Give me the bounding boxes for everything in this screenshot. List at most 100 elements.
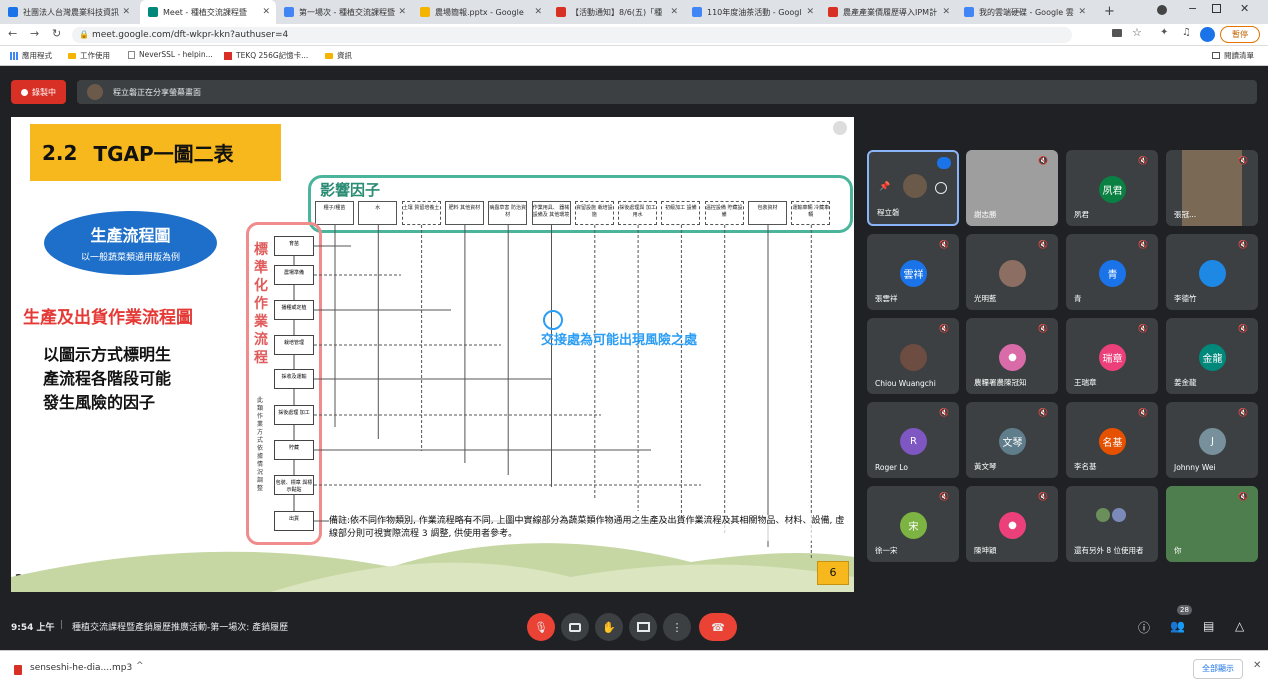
- bookmark-apps[interactable]: 應用程式: [10, 50, 52, 61]
- participant-tile[interactable]: 🔇 光明藍: [966, 234, 1058, 310]
- raise-hand-button[interactable]: ✋: [595, 613, 623, 641]
- tab-title: Meet - 種植交流課程暨: [163, 7, 247, 17]
- participant-tile[interactable]: 雲祥 🔇 張雲祥: [867, 234, 959, 310]
- chevron-up-icon[interactable]: ^: [136, 661, 144, 671]
- close-tab-icon[interactable]: ✕: [398, 7, 406, 17]
- back-icon[interactable]: ←: [8, 27, 17, 40]
- tab-title: 第一場次 - 種植交流課程暨: [299, 7, 395, 17]
- participant-tile[interactable]: 🔇 張冠...: [1166, 150, 1258, 226]
- browser-tab[interactable]: 【活動通知】8/6(五)「種 ✕: [548, 0, 684, 24]
- browser-tab[interactable]: 社團法人台灣農業科技資訊 ✕: [0, 0, 136, 24]
- participant-name: 李德竹: [1174, 294, 1197, 303]
- participant-name: 光明藍: [974, 294, 997, 303]
- participant-tile[interactable]: 文琴 🔇 黃文琴: [966, 402, 1058, 478]
- participant-tile[interactable]: 宋 🔇 徐一宋: [867, 486, 959, 562]
- slide-footnote: 備註:依不同作物類別, 作業流程略有不同, 上圖中實線部分為蔬菜類作物通用之生產…: [329, 515, 847, 541]
- participant-tile[interactable]: 青 🔇 青: [1066, 234, 1158, 310]
- participant-photo: [999, 260, 1026, 287]
- present-button[interactable]: [629, 613, 657, 641]
- tab-favicon-icon: [284, 7, 294, 17]
- close-tab-icon[interactable]: ✕: [262, 7, 270, 17]
- participant-name: 姜金龍: [1174, 378, 1197, 387]
- participant-name: 徐一宋: [875, 546, 898, 555]
- participant-tile[interactable]: 瑞章 🔇 王瑞章: [1066, 318, 1158, 394]
- browser-tab[interactable]: 農場簡報.pptx - Google ✕: [412, 0, 548, 24]
- bookmarks-bar: 應用程式 工作使用 NeverSSL - helpin... TEKQ 256G…: [0, 46, 1268, 66]
- participant-initials: J: [1199, 428, 1226, 455]
- bookmark-info[interactable]: 資訊: [325, 50, 352, 61]
- paused-button[interactable]: 暫停: [1220, 26, 1260, 43]
- browser-tab[interactable]: 農產產業價履歷導入IPM計 ✕: [820, 0, 956, 24]
- bookmark-neverssl[interactable]: NeverSSL - helpin...: [128, 50, 213, 59]
- activities-icon[interactable]: △: [1235, 619, 1244, 633]
- close-tab-icon[interactable]: ✕: [806, 7, 814, 17]
- participant-tile[interactable]: 夙君 🔇 夙君: [1066, 150, 1158, 226]
- forward-icon[interactable]: →: [30, 27, 39, 40]
- apps-grid-icon: [10, 51, 18, 60]
- camera-toggle-button[interactable]: [561, 613, 589, 641]
- close-tab-icon[interactable]: ✕: [534, 7, 542, 17]
- participant-tile[interactable]: ● 🔇 農糧署農陳冠知: [966, 318, 1058, 394]
- star-icon[interactable]: ☆: [1132, 26, 1142, 39]
- participant-tile[interactable]: 🔇 謝志勝: [966, 150, 1058, 226]
- participant-tile[interactable]: 還有另外 8 位使用者: [1066, 486, 1158, 562]
- close-download-bar-icon[interactable]: ✕: [1253, 660, 1261, 671]
- participant-tile[interactable]: 名基 🔇 李名基: [1066, 402, 1158, 478]
- participant-tile[interactable]: 🔇 Chiou Wuangchi: [867, 318, 959, 394]
- participant-initials: R: [900, 428, 927, 455]
- browser-tab[interactable]: 110年度油茶活動 - Googl ✕: [684, 0, 820, 24]
- mic-off-icon: 🔇: [1138, 156, 1148, 165]
- browser-tab[interactable]: Meet - 種植交流課程暨 ✕: [140, 0, 276, 24]
- folder-icon: [68, 52, 76, 59]
- file-icon: [14, 665, 22, 675]
- minimize-button[interactable]: −: [1188, 2, 1197, 15]
- bookmark-tekq[interactable]: TEKQ 256G記憶卡...: [224, 50, 308, 61]
- mic-off-icon: 🔇: [1038, 408, 1048, 417]
- mic-toggle-button[interactable]: 🎙: [527, 613, 555, 641]
- avatar[interactable]: [1200, 27, 1215, 42]
- participant-tile[interactable]: 🔇 李德竹: [1166, 234, 1258, 310]
- participant-tile[interactable]: ● 🔇 陳坤穎: [966, 486, 1058, 562]
- participant-tile[interactable]: 🔇 你: [1166, 486, 1258, 562]
- download-filename[interactable]: senseshi-he-dia....mp3: [30, 663, 132, 673]
- participant-tile[interactable]: 📌 程立磐: [867, 150, 959, 226]
- presenting-banner: 程立磐正在分享螢幕畫面: [77, 80, 1257, 104]
- mic-off-icon: 🔇: [1038, 240, 1048, 249]
- download-bar: senseshi-he-dia....mp3 ^ 全部顯示 ✕: [0, 650, 1268, 687]
- reload-icon[interactable]: ↻: [52, 27, 61, 40]
- leave-call-button[interactable]: ☎: [699, 613, 737, 641]
- bookmark-work[interactable]: 工作使用: [68, 50, 110, 61]
- close-tab-icon[interactable]: ✕: [1078, 7, 1086, 17]
- people-icon[interactable]: 👥: [1170, 619, 1185, 633]
- reading-list[interactable]: 閱讀清單: [1212, 50, 1254, 61]
- chat-icon[interactable]: ▤: [1203, 619, 1214, 633]
- participant-tile[interactable]: J 🔇 Johnny Wei: [1166, 402, 1258, 478]
- url-input[interactable]: 🔒 meet.google.com/dft-wkpr-kkn?authuser=…: [72, 27, 1072, 43]
- close-tab-icon[interactable]: ✕: [670, 7, 678, 17]
- extensions-icon[interactable]: ✦: [1160, 27, 1168, 38]
- remove-icon[interactable]: [935, 182, 947, 194]
- info-icon[interactable]: ⓘ: [1138, 619, 1150, 636]
- participant-name: 青: [1074, 294, 1082, 303]
- mic-off-icon: 🔇: [939, 492, 949, 501]
- media-icon[interactable]: ♫: [1182, 27, 1191, 38]
- close-tab-icon[interactable]: ✕: [122, 7, 130, 17]
- recording-badge[interactable]: 錄製中: [11, 80, 66, 104]
- more-options-button[interactable]: ⋮: [663, 613, 691, 641]
- mic-off-icon: 🔇: [1238, 492, 1248, 501]
- tab-search-icon[interactable]: [1157, 5, 1167, 15]
- new-tab-button[interactable]: +: [1104, 4, 1115, 19]
- browser-tab[interactable]: 我的雲端硬碟 - Google 雲 ✕: [956, 0, 1092, 24]
- close-window-button[interactable]: ✕: [1240, 2, 1249, 15]
- participant-tile[interactable]: R 🔇 Roger Lo: [867, 402, 959, 478]
- show-all-button[interactable]: 全部顯示: [1193, 659, 1243, 679]
- participant-tile[interactable]: 金龍 🔇 姜金龍: [1166, 318, 1258, 394]
- close-tab-icon[interactable]: ✕: [942, 7, 950, 17]
- browser-tab[interactable]: 第一場次 - 種植交流課程暨 ✕: [276, 0, 412, 24]
- mic-off-icon: 🔇: [1138, 408, 1148, 417]
- mic-off-icon: 🔇: [1138, 324, 1148, 333]
- participant-name: 程立磐: [877, 208, 900, 217]
- camera-icon[interactable]: [1112, 29, 1122, 37]
- pin-icon[interactable]: 📌: [879, 182, 890, 192]
- maximize-button[interactable]: [1212, 4, 1221, 13]
